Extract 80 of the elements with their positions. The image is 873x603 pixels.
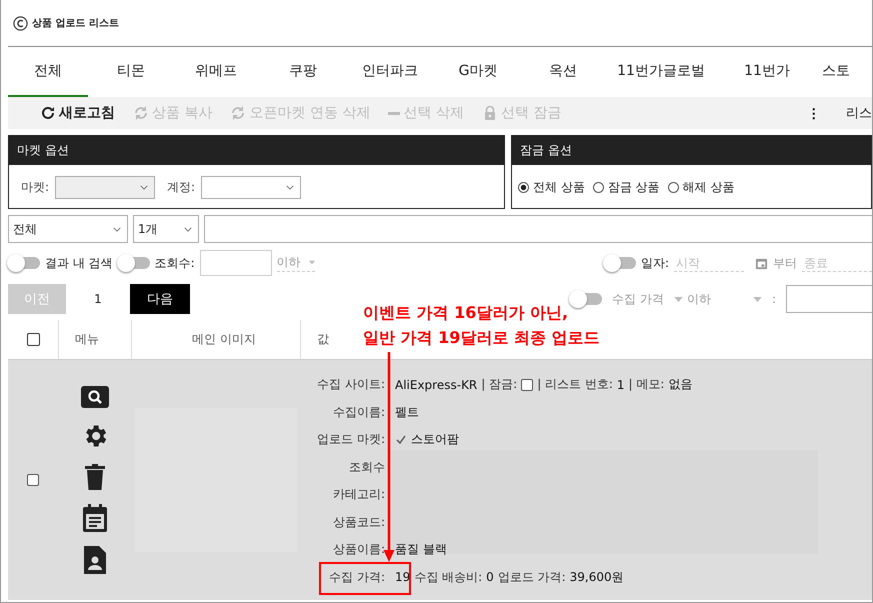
market-tab[interactable]: 11번가 <box>720 47 814 97</box>
field-label: 수집 사이트: <box>316 376 385 394</box>
field-label: | 리스트 번호: <box>537 376 613 394</box>
field-label: | 메모: <box>628 376 664 394</box>
panel-title: 마켓 옵션 <box>9 136 504 165</box>
field-value: 19 <box>395 570 410 584</box>
field-value: AliExpress-KR <box>395 378 478 392</box>
radio-option[interactable]: 해제 상품 <box>668 178 734 196</box>
field-label: 업로드 가격: <box>498 568 566 586</box>
market-tab[interactable]: 11번가글로벌 <box>602 47 720 97</box>
caret-icon <box>286 184 294 190</box>
market-tab[interactable]: 인터파크 <box>348 47 432 97</box>
field-label: | 잠금: <box>481 376 518 394</box>
caret-icon <box>752 296 762 302</box>
views-field[interactable] <box>200 250 272 276</box>
field-label: 업로드 마켓: <box>316 431 385 448</box>
price-field[interactable] <box>786 285 872 313</box>
toggle-label: 결과 내 검색 <box>45 254 113 272</box>
more-button[interactable]: ⋮ <box>807 106 820 120</box>
sync-icon <box>133 105 149 121</box>
radio-option[interactable]: 전체 상품 <box>518 178 585 196</box>
caret-icon <box>184 226 192 232</box>
field-label: 상품코드: <box>332 514 385 531</box>
market-tab[interactable]: 위메프 <box>174 47 258 97</box>
column-header: 값 <box>317 331 329 348</box>
field-label: 조회수 <box>348 458 385 476</box>
scope-select[interactable]: 전체 <box>8 215 128 243</box>
toolbar-label: 리스 <box>846 105 872 122</box>
logo-icon <box>13 16 28 30</box>
window-title: 상품 업로드 리스트 <box>32 17 119 30</box>
calendar-icon[interactable] <box>82 504 106 532</box>
separator-colon: : <box>772 292 776 306</box>
field-label: 상품이름: <box>332 541 385 558</box>
refresh-icon <box>40 105 56 121</box>
market-tab[interactable]: G마켓 <box>432 47 524 97</box>
lock-checkbox[interactable] <box>521 378 534 391</box>
next-button[interactable]: 다음 <box>130 284 190 314</box>
minus-icon <box>388 112 400 114</box>
field-value: 0 <box>486 570 494 584</box>
account-label: 계정: <box>167 178 196 196</box>
field-label: 카테고리: <box>332 486 385 504</box>
field-value: 39,600원 <box>570 568 624 586</box>
market-tab[interactable]: 쿠팡 <box>258 47 348 97</box>
field-label: 수집 배송비: <box>414 568 482 586</box>
market-tab[interactable]: 티몬 <box>88 47 174 97</box>
toolbar-button[interactable]: 새로고침 <box>40 104 115 122</box>
range-label: 부터 <box>773 254 797 272</box>
field-value: 1 <box>616 378 625 392</box>
caret-icon <box>113 226 121 232</box>
market-checkbox[interactable] <box>395 434 407 446</box>
market-tab[interactable]: 옥션 <box>524 47 602 97</box>
toggle-label: 조회수: <box>154 254 195 272</box>
trash-icon[interactable] <box>84 464 104 490</box>
search-icon[interactable] <box>80 386 108 408</box>
count-select[interactable]: 1개 <box>133 215 199 243</box>
market-label: 마켓: <box>21 178 50 196</box>
caret-icon <box>140 184 148 190</box>
caret-icon <box>674 296 683 302</box>
annotation-text: 이벤트 가격 16달러가 아닌, 일반 가격 19달러로 최종 업로드 <box>363 302 600 349</box>
sync-icon <box>230 105 246 121</box>
field-label: 수집 가격: <box>328 568 385 586</box>
contact-document-icon[interactable] <box>84 546 106 574</box>
page-number: 1 <box>93 292 103 306</box>
panel-title: 잠금 옵션 <box>512 136 871 165</box>
field-value: 품질 블랙 <box>395 541 447 558</box>
field-label: 수집이름: <box>332 404 385 421</box>
radio-option[interactable]: 잠금 상품 <box>592 178 660 196</box>
market-tab[interactable]: 스토 <box>814 47 858 97</box>
field-value: 스토어팜 <box>411 431 459 448</box>
field-value: 없음 <box>668 376 692 394</box>
search-field[interactable] <box>204 215 872 243</box>
toggle-label: 수집 가격 <box>612 290 664 308</box>
toggle-label: 일자: <box>640 254 669 272</box>
row-checkbox[interactable] <box>27 474 39 486</box>
calendar-icon <box>755 256 768 270</box>
select-all-checkbox[interactable] <box>26 333 40 346</box>
account-select[interactable] <box>201 176 302 198</box>
caret-icon <box>308 260 315 265</box>
market-select[interactable] <box>55 176 156 198</box>
field-value: 펠트 <box>395 404 419 421</box>
